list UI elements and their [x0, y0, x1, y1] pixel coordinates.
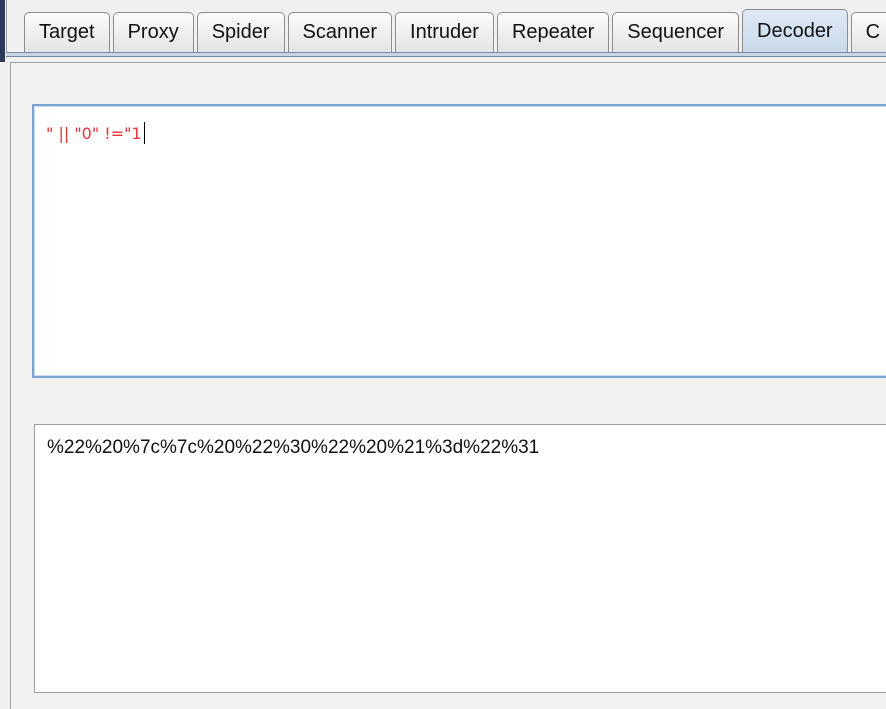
tab-scanner[interactable]: Scanner — [287, 12, 393, 52]
window-edge-notch — [0, 0, 5, 62]
tab-label: Repeater — [511, 21, 595, 43]
tab-sequencer[interactable]: Sequencer — [612, 12, 739, 52]
tab-underline — [6, 52, 886, 57]
tab-target[interactable]: Target — [24, 12, 110, 52]
decoder-output-editor[interactable]: %22%20%7c%7c%20%22%30%22%20%21%3d%22%31 — [34, 424, 886, 693]
decoder-input-text: " || "0" !="1 — [46, 124, 142, 143]
tab-label: Spider — [211, 21, 270, 43]
tab-comparer-partial[interactable]: C — [850, 12, 886, 52]
tab-repeater[interactable]: Repeater — [496, 12, 610, 52]
tab-label: Decoder — [757, 19, 833, 42]
tab-intruder[interactable]: Intruder — [395, 12, 494, 52]
tab-label: Sequencer — [627, 21, 724, 43]
tab-label: Target — [39, 21, 95, 43]
tab-proxy[interactable]: Proxy — [112, 12, 194, 52]
main-tab-strip: Target Proxy Spider Scanner Intruder Rep… — [24, 8, 886, 52]
tab-label: Proxy — [127, 21, 179, 43]
burp-window: Target Proxy Spider Scanner Intruder Rep… — [0, 0, 886, 709]
decoder-input-editor[interactable]: " || "0" !="1 — [32, 104, 886, 378]
decoder-output-text: %22%20%7c%7c%20%22%30%22%20%21%3d%22%31 — [47, 437, 540, 458]
tab-label: Scanner — [302, 21, 378, 43]
tab-spider[interactable]: Spider — [196, 12, 285, 52]
tab-label: Intruder — [410, 21, 479, 43]
text-caret — [143, 122, 145, 144]
tab-decoder[interactable]: Decoder — [742, 9, 848, 52]
tab-label: C — [865, 21, 881, 43]
